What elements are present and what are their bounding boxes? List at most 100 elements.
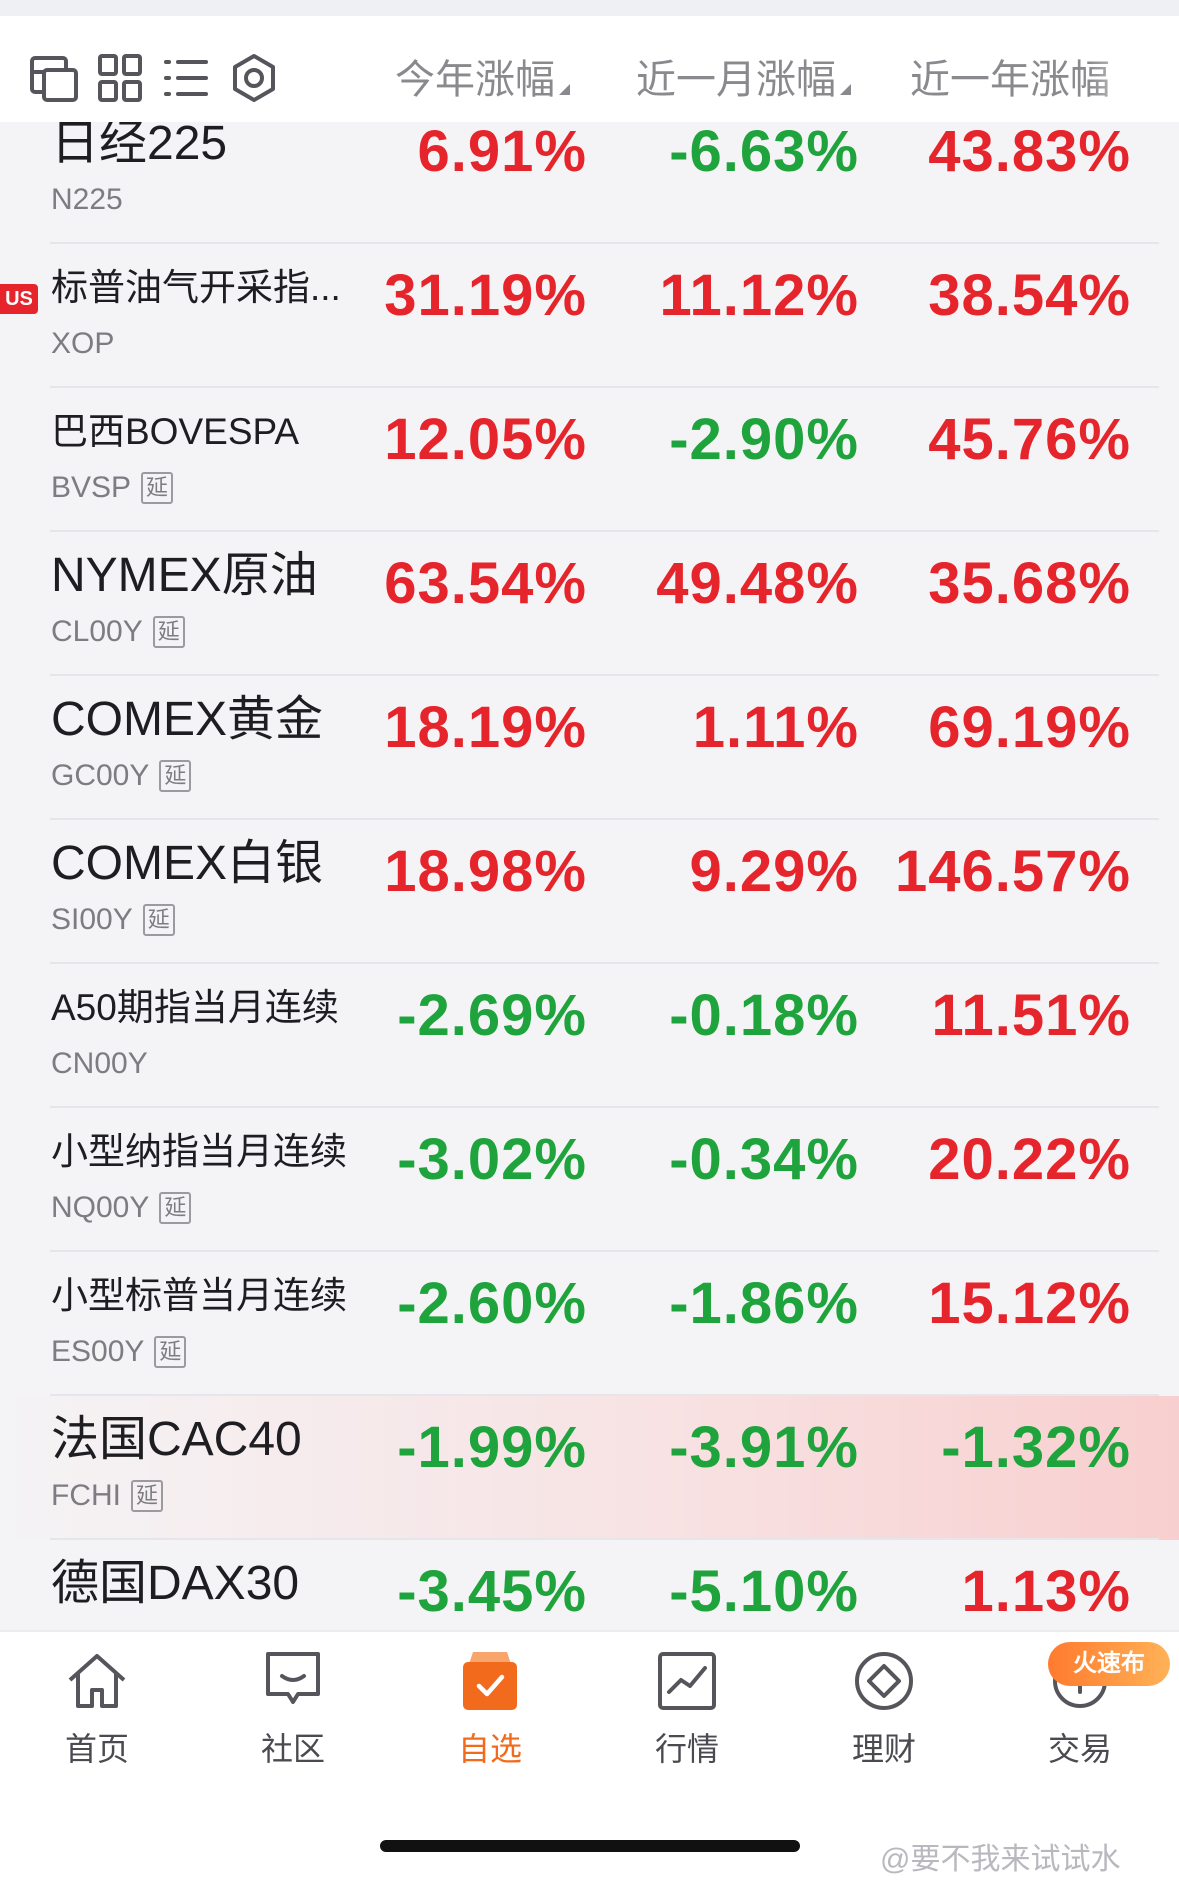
month-change: 1.11% <box>692 695 859 760</box>
instrument-name: A50期指当月连续 <box>51 987 339 1028</box>
year-change: 43.83% <box>928 122 1131 184</box>
settings-ring-icon[interactable] <box>226 50 282 106</box>
table-row[interactable]: 法国CAC40 FCHI 延 -1.99% -3.91% -1.32% <box>0 1396 1179 1540</box>
instrument-code: XOP <box>51 324 114 364</box>
table-row[interactable]: COMEX白银 SI00Y 延 18.98% 9.29% 146.57% <box>0 820 1179 964</box>
ytd-change: -2.60% <box>397 1271 587 1336</box>
instrument-code-text: CL00Y <box>51 615 143 648</box>
market-badge: US <box>0 284 38 314</box>
instrument-name: 小型纳指当月连续 <box>51 1131 347 1172</box>
month-change: -1.86% <box>669 1271 859 1336</box>
tab-home[interactable]: 首页 <box>27 1646 167 1776</box>
tab-watchlist[interactable]: 自选 <box>420 1646 560 1776</box>
header-fade <box>1089 16 1179 122</box>
delay-tag: 延 <box>142 904 175 936</box>
year-change: 11.51% <box>931 983 1131 1048</box>
instrument-name: 法国CAC40 <box>51 1413 302 1466</box>
instrument-code-text: BVSP <box>51 471 132 504</box>
ytd-change: -1.99% <box>397 1415 587 1480</box>
tab-label: 自选 <box>457 1731 522 1767</box>
column-header-bar: 今年涨幅 近一月涨幅 近一年涨幅 <box>0 16 1179 122</box>
month-change: -3.91% <box>669 1415 859 1480</box>
chat-icon <box>258 1646 328 1716</box>
year-change: 38.54% <box>928 263 1131 328</box>
tab-label: 首页 <box>64 1731 129 1767</box>
watchlist-icon <box>455 1646 525 1716</box>
column-header-1y-label: 近一年涨幅 <box>910 58 1110 102</box>
ytd-change: -2.69% <box>397 983 587 1048</box>
instrument-code: FCHI 延 <box>51 1476 164 1516</box>
table-row[interactable]: 德国DAX30 -3.45% -5.10% 1.13% <box>0 1540 1179 1630</box>
instrument-name: 日经225 <box>51 122 228 170</box>
column-header-1m[interactable]: 近一月涨幅 <box>636 46 851 106</box>
sort-triangle-icon <box>559 83 570 95</box>
tab-chat[interactable]: 社区 <box>223 1646 363 1776</box>
month-change: -0.34% <box>669 1127 859 1192</box>
ytd-change: -3.02% <box>397 1127 587 1192</box>
instrument-code: N225 <box>51 180 123 220</box>
ytd-change: 12.05% <box>384 407 587 472</box>
tab-label: 交易 <box>1047 1731 1112 1767</box>
instrument-code-text: FCHI <box>51 1479 121 1512</box>
table-row[interactable]: 日经225 N225 6.91% -6.63% 43.83% <box>0 122 1179 244</box>
instrument-code-text: SI00Y <box>51 903 133 936</box>
delay-tag: 延 <box>152 616 185 648</box>
table-row[interactable]: COMEX黄金 GC00Y 延 18.19% 1.11% 69.19% <box>0 676 1179 820</box>
tab-finance[interactable]: 理财 <box>814 1646 954 1776</box>
table-row[interactable]: NYMEX原油 CL00Y 延 63.54% 49.48% 35.68% <box>0 532 1179 676</box>
year-change: 69.19% <box>928 695 1131 760</box>
month-change: -6.63% <box>669 122 859 184</box>
delay-tag: 延 <box>159 760 192 792</box>
instrument-name: NYMEX原油 <box>51 549 318 602</box>
page: 今年涨幅 近一月涨幅 近一年涨幅 日经225 N225 6.91% -6.63% 43.… <box>0 0 1179 1881</box>
grid-icon[interactable] <box>92 50 148 106</box>
month-change: -0.18% <box>669 983 859 1048</box>
switch-view-icon[interactable] <box>26 50 82 106</box>
ytd-change: 63.54% <box>384 551 587 616</box>
column-header-ytd[interactable]: 今年涨幅 <box>395 46 570 106</box>
watchlist: 日经225 N225 6.91% -6.63% 43.83% US 标普油气开采指... XO… <box>0 122 1179 1630</box>
table-row[interactable]: 小型纳指当月连续 NQ00Y 延 -3.02% -0.34% 20.22% <box>0 1108 1179 1252</box>
month-change: -5.10% <box>669 1559 859 1624</box>
instrument-code: NQ00Y 延 <box>51 1188 192 1228</box>
month-change: 9.29% <box>689 839 859 904</box>
instrument-code-text: ES00Y <box>51 1335 145 1368</box>
year-change: 15.12% <box>928 1271 1131 1336</box>
table-row[interactable]: 巴西BOVESPA BVSP 延 12.05% -2.90% 45.76% <box>0 388 1179 532</box>
ytd-change: 31.19% <box>384 263 587 328</box>
month-change: 11.12% <box>659 263 859 328</box>
instrument-name: 德国DAX30 <box>51 1557 300 1610</box>
promo-badge[interactable]: 火速布 <box>1048 1642 1170 1686</box>
instrument-code: SI00Y 延 <box>51 900 175 940</box>
status-bar-strip <box>0 0 1179 16</box>
instrument-code: GC00Y 延 <box>51 756 192 796</box>
home-indicator <box>380 1840 800 1852</box>
finance-icon <box>849 1646 919 1716</box>
year-change: 35.68% <box>928 551 1131 616</box>
year-change: -1.32% <box>941 1415 1131 1480</box>
column-header-ytd-label: 今年涨幅 <box>395 58 555 102</box>
column-header-1m-label: 近一月涨幅 <box>636 58 836 102</box>
delay-tag: 延 <box>131 1480 164 1512</box>
delay-tag: 延 <box>154 1336 187 1368</box>
tab-label: 社区 <box>260 1731 325 1767</box>
ytd-change: -3.45% <box>397 1559 587 1624</box>
instrument-code-text: NQ00Y <box>51 1191 150 1224</box>
tab-market-chart[interactable]: 行情 <box>617 1646 757 1776</box>
month-change: 49.48% <box>656 551 859 616</box>
column-header-1y[interactable]: 近一年涨幅 <box>910 46 1110 106</box>
tab-label: 行情 <box>654 1731 719 1767</box>
table-row[interactable]: US 标普油气开采指... XOP 31.19% 11.12% 38.54% <box>0 244 1179 388</box>
year-change: 1.13% <box>961 1559 1131 1624</box>
instrument-name: 标普油气开采指... <box>51 267 341 308</box>
ytd-change: 18.19% <box>384 695 587 760</box>
instrument-name: COMEX白银 <box>51 837 324 890</box>
table-row[interactable]: A50期指当月连续 CN00Y -2.69% -0.18% 11.51% <box>0 964 1179 1108</box>
list-icon[interactable] <box>158 50 214 106</box>
table-row[interactable]: 小型标普当月连续 ES00Y 延 -2.60% -1.86% 15.12% <box>0 1252 1179 1396</box>
year-change: 146.57% <box>895 839 1131 904</box>
instrument-name: 小型标普当月连续 <box>51 1275 347 1316</box>
instrument-name: 巴西BOVESPA <box>51 411 300 452</box>
ytd-change: 6.91% <box>417 122 587 184</box>
instrument-code: BVSP 延 <box>51 468 174 508</box>
